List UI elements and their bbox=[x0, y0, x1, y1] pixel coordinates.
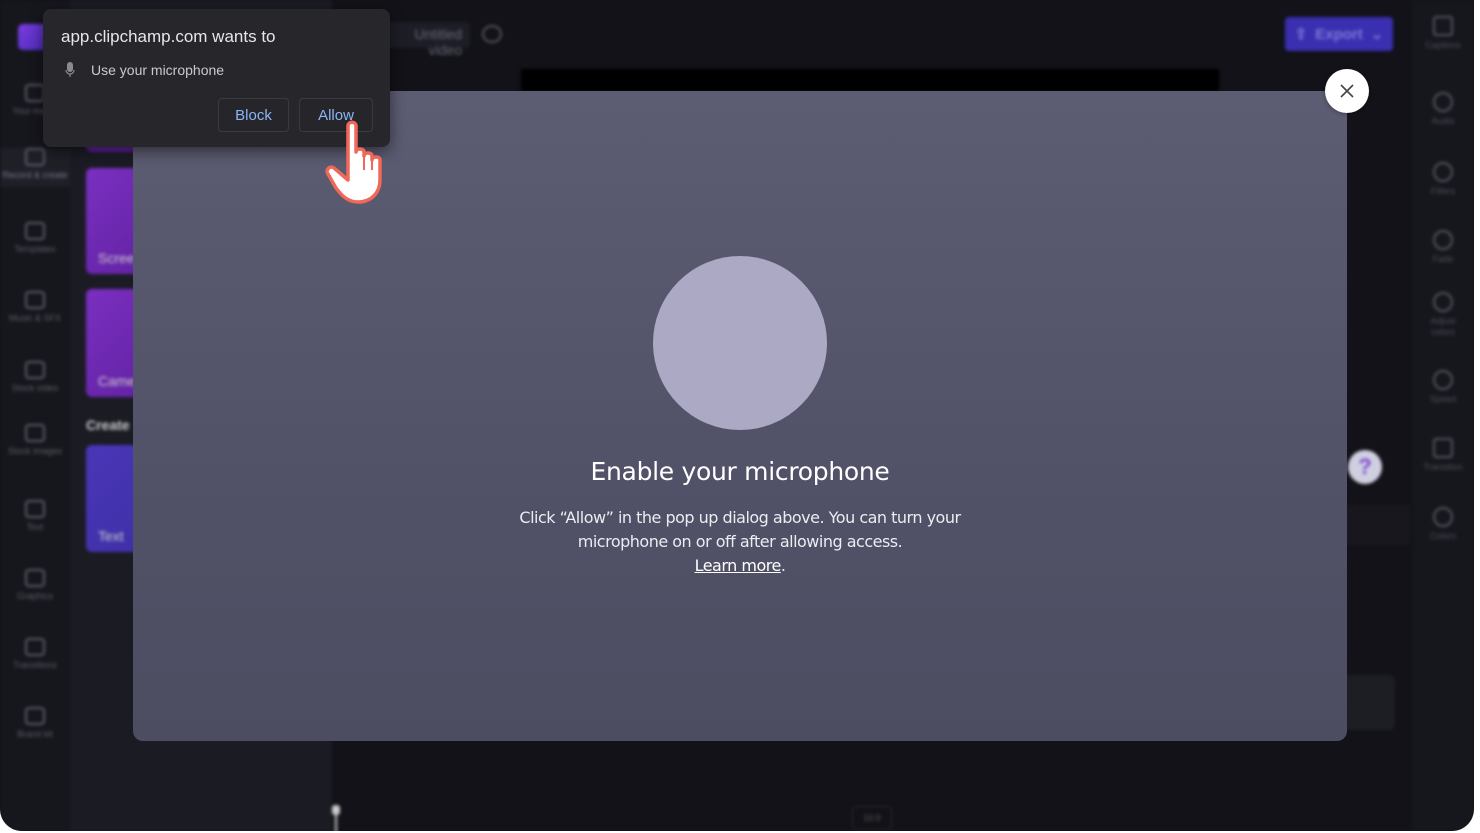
templates-icon bbox=[25, 222, 45, 240]
palette-icon bbox=[1433, 507, 1453, 527]
nav-label: Stock video bbox=[11, 383, 59, 393]
video-preview bbox=[521, 69, 1219, 91]
nav-label: Record & create bbox=[2, 170, 68, 180]
nav-record-create[interactable]: Record & create bbox=[0, 148, 70, 187]
prop-label: Transition bbox=[1423, 462, 1463, 472]
prop-label: Fade bbox=[1432, 254, 1454, 264]
prop-label: Adjust colors bbox=[1430, 316, 1456, 337]
block-button[interactable]: Block bbox=[218, 98, 289, 132]
permission-prompt-title: app.clipchamp.com wants to bbox=[61, 27, 276, 46]
close-modal-button[interactable] bbox=[1325, 69, 1369, 113]
link-suffix: . bbox=[780, 556, 786, 575]
prop-fade[interactable]: Fade bbox=[1412, 230, 1474, 265]
camera-icon bbox=[25, 148, 45, 166]
prop-label: Speed bbox=[1429, 394, 1457, 404]
speaker-icon bbox=[1433, 92, 1453, 112]
enable-microphone-modal: Enable your microphone Click “Allow” in … bbox=[133, 91, 1347, 741]
help-button[interactable]: ? bbox=[1348, 450, 1382, 484]
prop-label: Filters bbox=[1430, 186, 1456, 196]
cloud-sync-icon bbox=[482, 25, 502, 43]
nav-label: Stock images bbox=[7, 446, 63, 456]
aspect-ratio-button[interactable]: 16:9 bbox=[852, 806, 892, 830]
upload-icon: ⇪ bbox=[1294, 26, 1308, 43]
prop-adjust-colors[interactable]: Adjust colors bbox=[1412, 292, 1474, 338]
nav-transitions[interactable]: Transitions bbox=[0, 638, 70, 671]
card-label: Text bbox=[98, 528, 124, 544]
adjust-colors-icon bbox=[1433, 292, 1453, 312]
prop-captions[interactable]: Captions bbox=[1412, 16, 1474, 51]
camera-preview-placeholder bbox=[653, 256, 827, 430]
nav-label: Music & SFX bbox=[8, 313, 61, 323]
section-heading: Create bbox=[86, 417, 130, 433]
speed-icon bbox=[1433, 370, 1453, 390]
export-button[interactable]: ⇪ Export ⌄ bbox=[1285, 17, 1393, 51]
filters-icon bbox=[1433, 162, 1453, 182]
microphone-icon bbox=[65, 62, 75, 77]
prop-label: Captions bbox=[1425, 40, 1461, 50]
modal-title: Enable your microphone bbox=[590, 457, 890, 486]
transition-icon bbox=[1433, 438, 1453, 458]
prop-audio[interactable]: Audio bbox=[1412, 92, 1474, 127]
prop-transition[interactable]: Transition bbox=[1412, 438, 1474, 473]
nav-label: Brand kit bbox=[17, 729, 53, 739]
close-icon bbox=[1340, 84, 1354, 98]
graphics-icon bbox=[25, 569, 45, 587]
text-icon bbox=[25, 500, 45, 518]
brand-kit-icon bbox=[25, 707, 45, 725]
transitions-icon bbox=[25, 638, 45, 656]
nav-brand-kit[interactable]: Brand kit bbox=[0, 707, 70, 740]
captions-icon bbox=[1433, 16, 1453, 36]
prop-speed[interactable]: Speed bbox=[1412, 370, 1474, 405]
permission-description: Use your microphone bbox=[91, 62, 225, 78]
modal-body: Click “Allow” in the pop up dialog above… bbox=[493, 506, 987, 578]
nav-stock-video[interactable]: Stock video bbox=[0, 361, 70, 394]
nav-label: Templates bbox=[14, 244, 56, 254]
prop-colors[interactable]: Colors bbox=[1412, 507, 1474, 542]
music-icon bbox=[25, 291, 45, 309]
playhead-handle[interactable] bbox=[331, 805, 341, 831]
nav-templates[interactable]: Templates bbox=[0, 222, 70, 255]
nav-stock-images[interactable]: Stock images bbox=[0, 424, 70, 457]
nav-label: Graphics bbox=[16, 591, 53, 601]
project-title[interactable]: Untitled video bbox=[380, 22, 470, 58]
image-icon bbox=[25, 424, 45, 442]
nav-label: Transitions bbox=[13, 660, 57, 670]
folder-icon bbox=[25, 84, 45, 102]
export-label: Export bbox=[1315, 25, 1363, 43]
prop-label: Colors bbox=[1429, 531, 1456, 541]
modal-body-text: Click “Allow” in the pop up dialog above… bbox=[519, 508, 961, 551]
nav-text[interactable]: Text bbox=[0, 500, 70, 533]
video-icon bbox=[25, 361, 45, 379]
fade-icon bbox=[1433, 230, 1453, 250]
learn-more-link[interactable]: Learn more bbox=[695, 556, 782, 575]
chevron-down-icon: ⌄ bbox=[1370, 26, 1384, 43]
hand-pointer-cursor-icon bbox=[325, 120, 382, 204]
nav-music-sfx[interactable]: Music & SFX bbox=[0, 291, 70, 324]
prop-filters[interactable]: Filters bbox=[1412, 162, 1474, 197]
nav-label: Text bbox=[26, 522, 44, 532]
right-properties-panel: Captions Audio Filters Fade Adjust color… bbox=[1412, 0, 1474, 831]
prop-label: Audio bbox=[1431, 116, 1455, 126]
nav-graphics[interactable]: Graphics bbox=[0, 569, 70, 602]
